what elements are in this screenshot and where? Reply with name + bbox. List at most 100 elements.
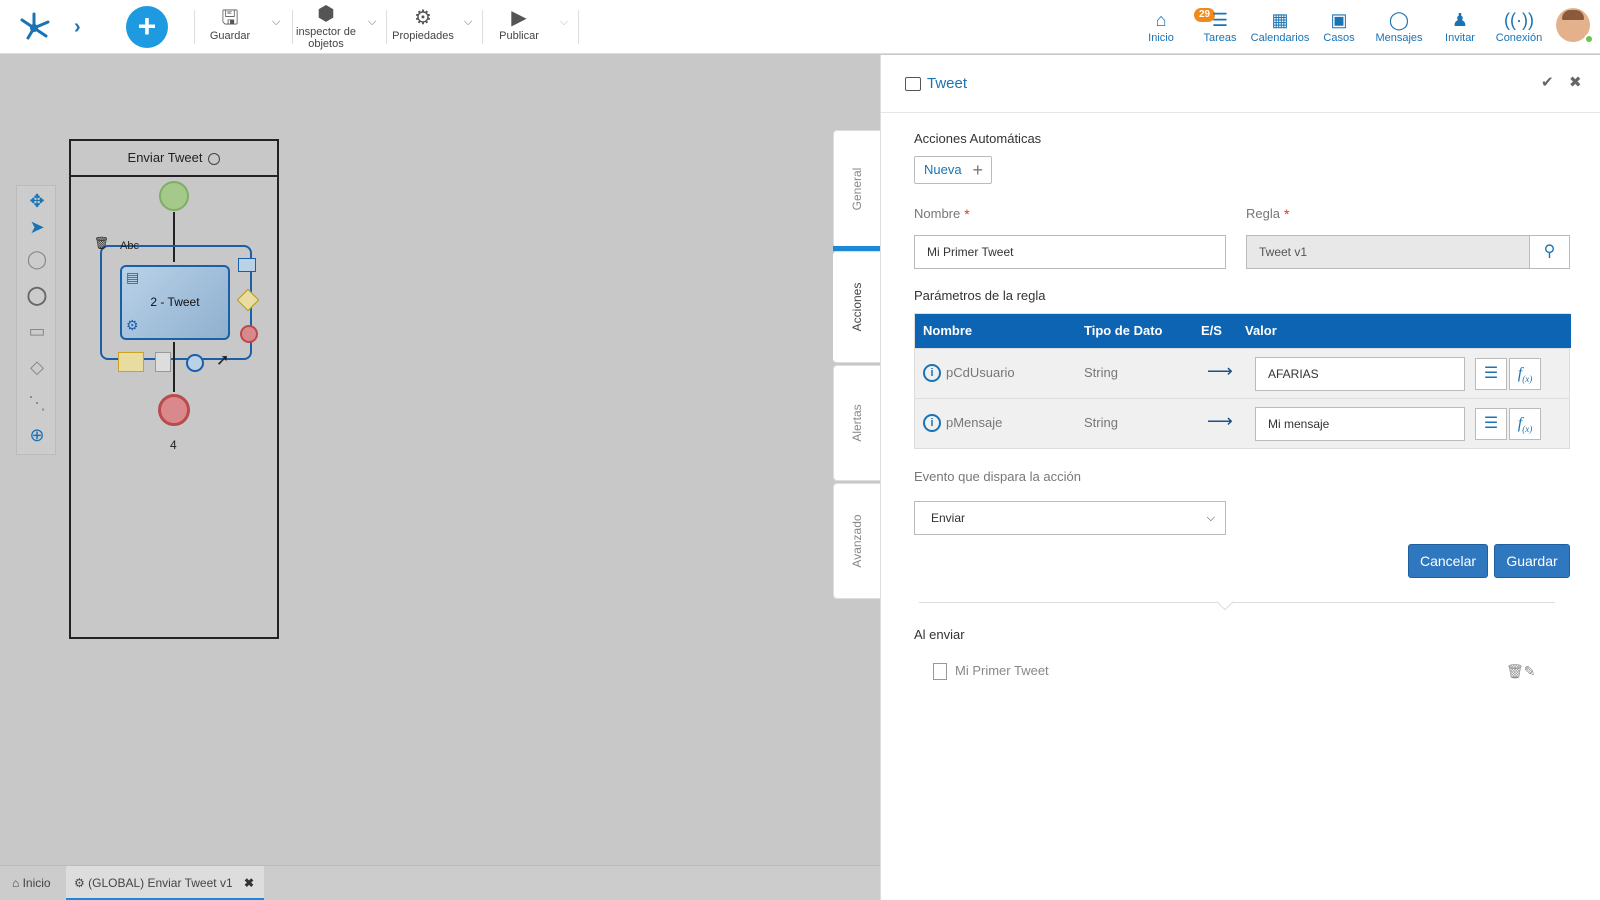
inspector-dropdown-caret-icon[interactable]: ⌵ [368, 16, 376, 29]
connector-arrow-icon[interactable]: ➚ [216, 350, 229, 370]
nav-home[interactable]: ⌂ Inicio [1144, 8, 1178, 44]
play-icon: ▶ [511, 7, 527, 29]
divider-notch [1216, 593, 1234, 611]
task-rectangle-icon[interactable]: ▭ [26, 320, 48, 342]
nav-cases[interactable]: ▣ Casos [1322, 8, 1356, 44]
broadcast-icon: ((·)) [1504, 10, 1534, 30]
arrow-right-icon: ⟶ [1207, 361, 1233, 381]
handle-task-shape[interactable] [238, 258, 256, 272]
col-header-type: Tipo de Dato [1084, 323, 1163, 338]
trash-icon[interactable]: 🗑 [1506, 663, 1524, 679]
info-icon[interactable]: i [923, 364, 941, 382]
tab-alerts[interactable]: Alertas [833, 365, 880, 481]
required-asterisk: * [964, 206, 970, 222]
properties-dropdown-caret-icon[interactable]: ⌵ [464, 16, 472, 29]
save-button[interactable]: Guardar [1494, 544, 1570, 578]
action-group-title: Al enviar [914, 627, 965, 642]
end-event-circle-icon[interactable]: ◯ [26, 284, 48, 306]
list-icon: ☰ [1483, 365, 1499, 382]
app-logo-icon[interactable] [14, 8, 54, 44]
pool-status-circle-icon [208, 152, 221, 165]
handle-end-event-shape[interactable] [240, 325, 258, 343]
arrow-right-icon: ⟶ [1207, 411, 1233, 431]
diagram-canvas[interactable]: ✥ ➤ ◯ ◯ ▭ ◇ ⋱ ⊕ Enviar Tweet [0, 55, 880, 865]
params-title: Parámetros de la regla [914, 288, 1046, 303]
arrow-right-circle-icon[interactable]: ➤ [26, 216, 48, 238]
publish-dropdown-caret-icon[interactable]: ⌵ [560, 16, 568, 29]
tab-home[interactable]: ⌂ Inicio [4, 866, 59, 900]
trash-icon[interactable]: 🗑 [94, 236, 109, 250]
home-icon: ⌂ [12, 876, 20, 890]
confirm-check-icon[interactable]: ✔ [1541, 73, 1554, 91]
expand-menu-chevron-icon[interactable]: › [74, 16, 81, 39]
list-item[interactable]: Mi Primer Tweet [933, 663, 1049, 681]
nav-tasks[interactable]: ☰ Tareas [1202, 8, 1238, 44]
params-table: Nombre Tipo de Dato E/S Valor i pCdUsuar… [914, 313, 1571, 449]
toolbar-separator [292, 10, 293, 44]
tab-general[interactable]: General [833, 130, 880, 248]
name-input[interactable]: Mi Primer Tweet [914, 235, 1226, 269]
new-item-button[interactable]: + [126, 6, 168, 48]
required-asterisk: * [1283, 206, 1290, 222]
start-event[interactable] [159, 181, 189, 211]
nav-connection[interactable]: ((·)) Conexión [1494, 8, 1544, 44]
object-inspector-button[interactable]: ⬢ inspector de objetos [294, 2, 358, 50]
list-button[interactable]: ☰ [1475, 358, 1507, 390]
param-value-input[interactable]: Mi mensaje [1255, 407, 1465, 441]
formula-button[interactable]: f(x) [1509, 408, 1541, 440]
param-name: pMensaje [946, 415, 1003, 430]
task-2-tweet[interactable]: 2 - Tweet ▤ ⚙ [120, 265, 230, 340]
task-table-icon: ▤ [126, 269, 140, 285]
tab-actions[interactable]: Acciones [833, 251, 880, 363]
event-label: Evento que dispara la acción [914, 469, 1081, 484]
event-select[interactable]: Enviar ⌵ [914, 501, 1226, 535]
list-button[interactable]: ☰ [1475, 408, 1507, 440]
text-annotation-handle[interactable]: Abc [120, 240, 139, 252]
pool-title: Enviar Tweet [71, 141, 277, 177]
tab-enviar-tweet[interactable]: ⚙ (GLOBAL) Enviar Tweet v1 ✖ [66, 866, 264, 900]
rule-input[interactable]: Tweet v1 [1246, 235, 1530, 269]
section-title: Acciones Automáticas [914, 131, 1042, 146]
save-toolbar-button[interactable]: 🖫 Guardar [208, 6, 252, 42]
start-event-circle-icon[interactable]: ◯ [26, 248, 48, 270]
tab-advanced[interactable]: Avanzado [833, 483, 880, 599]
online-status-dot [1584, 34, 1594, 44]
pencil-icon[interactable]: ✎ [1524, 663, 1536, 679]
handle-annotation-shape[interactable] [118, 352, 144, 372]
gateway-diamond-icon[interactable]: ◇ [26, 356, 48, 378]
end-event[interactable] [158, 394, 190, 426]
search-rule-button[interactable]: ⚲ [1530, 235, 1570, 269]
add-more-icon[interactable]: ⊕ [26, 424, 48, 446]
info-icon[interactable]: i [923, 414, 941, 432]
speech-bubble-icon: ◯ [1388, 10, 1410, 30]
handle-document-shape[interactable] [155, 352, 171, 372]
formula-button[interactable]: f(x) [1509, 358, 1541, 390]
move-icon[interactable]: ✥ [26, 190, 48, 212]
plus-icon: + [972, 160, 983, 180]
nav-messages[interactable]: ◯ Mensajes [1374, 8, 1424, 44]
search-icon: ⚲ [1543, 243, 1556, 260]
automatic-task-icon: ⚙ [126, 317, 139, 333]
task-icon [905, 77, 921, 91]
param-type: String [1084, 415, 1118, 430]
nav-invite[interactable]: ♟ Invitar [1442, 8, 1478, 44]
publish-button[interactable]: ▶ Publicar [494, 6, 544, 42]
table-row: i pMensaje String ⟶ Mi mensaje ☰ f(x) [915, 398, 1569, 448]
list-icon: ☰ [1483, 415, 1499, 432]
properties-button[interactable]: ⚙ Propiedades [390, 6, 456, 42]
annotation-icon[interactable]: ⋱ [26, 392, 48, 414]
add-user-icon: ♟ [1451, 10, 1469, 30]
document-gear-icon [933, 663, 947, 681]
cancel-button[interactable]: Cancelar [1408, 544, 1488, 578]
close-icon[interactable]: ✖ [1569, 73, 1582, 91]
new-action-button[interactable]: Nueva + [914, 156, 992, 184]
close-tab-icon[interactable]: ✖ [244, 876, 254, 890]
col-header-name: Nombre [923, 323, 973, 338]
function-icon: f(x) [1517, 365, 1533, 385]
nav-calendars[interactable]: ▦ Calendarios [1250, 8, 1310, 44]
param-value-input[interactable]: AFARIAS [1255, 357, 1465, 391]
toolbar-separator [194, 10, 195, 44]
handle-intermediate-event-shape[interactable] [186, 354, 204, 372]
save-dropdown-caret-icon[interactable]: ⌵ [272, 16, 280, 29]
chevron-down-icon: ⌵ [1206, 512, 1215, 524]
